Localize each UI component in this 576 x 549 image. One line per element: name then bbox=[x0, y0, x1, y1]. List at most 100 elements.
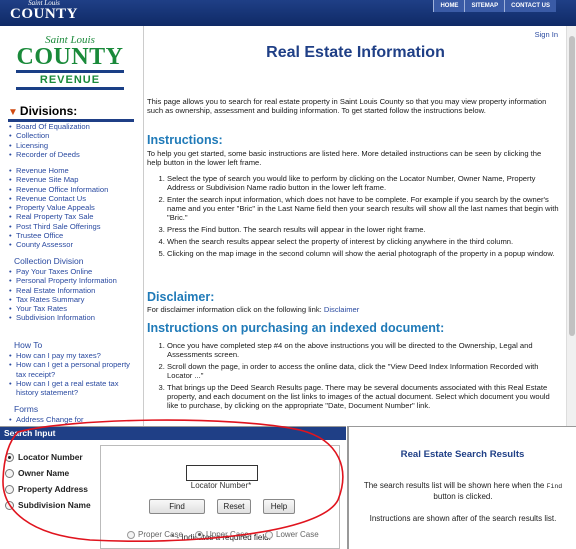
case-label: Upper Case bbox=[206, 530, 249, 539]
radio-property-address[interactable]: Property Address bbox=[5, 484, 88, 494]
sidebar-item-real-property-tax-sale[interactable]: Real Property Tax Sale bbox=[8, 212, 108, 222]
radio-proper-case[interactable]: Proper Case bbox=[127, 530, 183, 539]
revenue-logo-line2: COUNTY bbox=[16, 44, 124, 70]
instruction-step: Clicking on the map image in the second … bbox=[167, 249, 559, 258]
how-to-heading: How To bbox=[14, 340, 43, 350]
reset-button[interactable]: Reset bbox=[217, 499, 251, 514]
purchase-step: Once you have completed step #4 on the a… bbox=[167, 341, 559, 359]
radio-label: Owner Name bbox=[18, 468, 70, 478]
top-nav: HOME SITEMAP CONTACT US bbox=[433, 0, 556, 12]
forms-heading: Forms bbox=[14, 404, 39, 414]
divisions-title: Divisions: bbox=[19, 104, 78, 118]
sidebar: Saint Louis COUNTY REVENUE ▼Divisions: B… bbox=[0, 26, 144, 426]
sidebar-item-licensing[interactable]: Licensing bbox=[8, 141, 90, 151]
radio-subdivision-name[interactable]: Subdivision Name bbox=[5, 500, 91, 510]
radio-locator-number[interactable]: Locator Number bbox=[5, 452, 83, 462]
locator-number-label: Locator Number* bbox=[190, 481, 252, 490]
sign-in-link[interactable]: Sign In bbox=[535, 30, 558, 39]
search-input-header: Search Input bbox=[0, 427, 346, 440]
divisions-list: Board Of Equalization Collection Licensi… bbox=[8, 122, 90, 159]
sidebar-item-revenue-office-info[interactable]: Revenue Office Information bbox=[8, 185, 108, 195]
case-label: Proper Case bbox=[138, 530, 183, 539]
revenue-logo[interactable]: Saint Louis COUNTY REVENUE bbox=[8, 34, 132, 90]
locator-number-input[interactable] bbox=[186, 465, 258, 481]
instruction-step: Press the Find button. The search result… bbox=[167, 225, 559, 234]
main-scrollbar[interactable] bbox=[566, 26, 576, 426]
revenue-logo-line3: REVENUE bbox=[16, 70, 124, 90]
results-text-part: The search results list will be shown he… bbox=[363, 481, 545, 490]
sidebar-item-revenue-contact-us[interactable]: Revenue Contact Us bbox=[8, 194, 108, 204]
sidebar-item-trustee-office[interactable]: Trustee Office bbox=[8, 231, 108, 241]
sidebar-item-collection[interactable]: Collection bbox=[8, 131, 90, 141]
case-label: Lower Case bbox=[276, 530, 319, 539]
radio-label: Locator Number bbox=[18, 452, 83, 462]
sidebar-item-property-value-appeals[interactable]: Property Value Appeals bbox=[8, 203, 108, 213]
sidebar-item-tax-history[interactable]: How can I get a real estate tax history … bbox=[8, 379, 130, 398]
purchase-step: That brings up the Deed Search Results p… bbox=[167, 383, 559, 410]
sidebar-item-pp-receipt[interactable]: How can I get a personal property tax re… bbox=[8, 360, 130, 379]
nav-contact-us[interactable]: CONTACT US bbox=[504, 0, 556, 12]
sidebar-item-post-third-sale[interactable]: Post Third Sale Offerings bbox=[8, 222, 108, 232]
collection-division-heading: Collection Division bbox=[14, 256, 84, 266]
radio-lower-case[interactable]: Lower Case bbox=[265, 530, 319, 539]
sidebar-item-address-change[interactable]: Address Change for bbox=[8, 415, 84, 425]
results-text-part: button is clicked. bbox=[433, 492, 493, 501]
main-content: Sign In Real Estate Information This pag… bbox=[145, 26, 566, 426]
disclaimer-label: For disclaimer information click on the … bbox=[147, 305, 322, 314]
find-button[interactable]: Find bbox=[149, 499, 205, 514]
disclaimer-text: For disclaimer information click on the … bbox=[147, 305, 557, 314]
banner-logo[interactable]: Saint Louis COUNTY bbox=[10, 0, 78, 22]
forms-links: Address Change for bbox=[8, 415, 84, 425]
results-find-code: Find bbox=[546, 483, 563, 490]
top-banner: Saint Louis COUNTY HOME SITEMAP CONTACT … bbox=[0, 0, 576, 26]
purchase-steps: Once you have completed step #4 on the a… bbox=[147, 341, 559, 413]
instruction-step: Select the type of search you would like… bbox=[167, 174, 559, 192]
disclaimer-link[interactable]: Disclaimer bbox=[324, 305, 359, 314]
radio-icon[interactable] bbox=[5, 484, 14, 494]
search-input-panel: Search Input Locator Number Owner Name P… bbox=[0, 426, 346, 549]
sidebar-item-revenue-site-map[interactable]: Revenue Site Map bbox=[8, 175, 108, 185]
banner-logo-big: COUNTY bbox=[10, 6, 79, 22]
nav-home[interactable]: HOME bbox=[433, 0, 465, 12]
radio-label: Property Address bbox=[18, 484, 88, 494]
radio-selected-icon[interactable] bbox=[195, 530, 203, 539]
instructions-intro: To help you get started, some basic inst… bbox=[147, 149, 542, 167]
search-results-panel: Real Estate Search Results The search re… bbox=[347, 426, 576, 549]
search-results-instructions: Instructions are shown after of the sear… bbox=[369, 514, 557, 523]
page-title: Real Estate Information bbox=[266, 44, 445, 61]
instruction-step: Enter the search input information, whic… bbox=[167, 195, 559, 222]
sidebar-item-your-tax-rates[interactable]: Your Tax Rates bbox=[8, 304, 126, 314]
sidebar-item-revenue-home[interactable]: Revenue Home bbox=[8, 166, 108, 176]
sidebar-item-subdivision-info[interactable]: Subdivision Information bbox=[8, 313, 126, 323]
sidebar-item-pay-taxes-online[interactable]: Pay Your Taxes Online bbox=[8, 267, 126, 277]
sidebar-item-county-assessor[interactable]: County Assessor bbox=[8, 240, 108, 250]
sidebar-item-real-estate-info[interactable]: Real Estate Information bbox=[8, 286, 126, 296]
sidebar-item-personal-property[interactable]: Personal Property Information bbox=[8, 276, 126, 286]
sidebar-item-recorder-of-deeds[interactable]: Recorder of Deeds bbox=[8, 150, 90, 160]
instructions-heading: Instructions: bbox=[147, 133, 223, 147]
radio-selected-icon[interactable] bbox=[5, 452, 14, 462]
scrollbar-thumb[interactable] bbox=[569, 36, 575, 336]
search-results-placeholder: The search results list will be shown he… bbox=[353, 481, 573, 502]
sidebar-item-tax-rates-summary[interactable]: Tax Rates Summary bbox=[8, 295, 126, 305]
radio-icon[interactable] bbox=[5, 500, 14, 510]
search-results-title: Real Estate Search Results bbox=[400, 449, 525, 460]
radio-icon[interactable] bbox=[265, 530, 273, 539]
radio-owner-name[interactable]: Owner Name bbox=[5, 468, 69, 478]
purchase-heading: Instructions on purchasing an indexed do… bbox=[147, 321, 445, 335]
nav-sitemap[interactable]: SITEMAP bbox=[464, 0, 505, 12]
sidebar-item-board-of-equalization[interactable]: Board Of Equalization bbox=[8, 122, 90, 132]
divisions-heading: ▼ Divisions: bbox=[8, 104, 134, 122]
instruction-step: When the search results appear select th… bbox=[167, 237, 559, 246]
revenue-links: Revenue Home Revenue Site Map Revenue Of… bbox=[8, 166, 108, 250]
radio-icon[interactable] bbox=[5, 468, 14, 478]
collection-links: Pay Your Taxes Online Personal Property … bbox=[8, 267, 126, 323]
radio-icon[interactable] bbox=[127, 530, 135, 539]
disclaimer-heading: Disclaimer: bbox=[147, 290, 215, 304]
help-button[interactable]: Help bbox=[263, 499, 295, 514]
how-to-links: How can I pay my taxes? How can I get a … bbox=[8, 351, 130, 397]
instructions-steps: Select the type of search you would like… bbox=[147, 174, 559, 261]
sidebar-item-pay-taxes[interactable]: How can I pay my taxes? bbox=[8, 351, 130, 361]
radio-upper-case[interactable]: Upper Case bbox=[195, 530, 249, 539]
intro-text: This page allows you to search for real … bbox=[147, 97, 547, 115]
